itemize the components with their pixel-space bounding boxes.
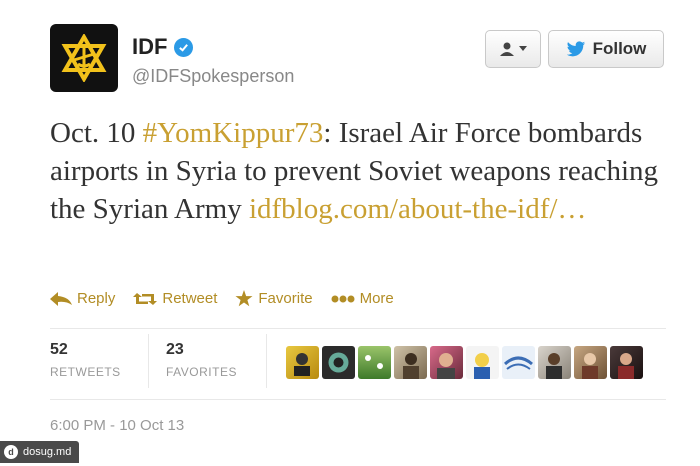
favoriter-avatar[interactable] [466,346,499,379]
favoriter-avatar[interactable] [394,346,427,379]
user-icon [500,42,514,56]
reply-icon [50,291,72,306]
tweet-prefix: Oct. 10 [50,117,143,149]
favoriter-avatar[interactable] [574,346,607,379]
favoriter-avatar[interactable] [286,346,319,379]
favoriter-avatar[interactable] [538,346,571,379]
more-action[interactable]: More [331,290,394,307]
favorite-action[interactable]: Favorite [235,290,313,307]
tweet-timestamp[interactable]: 6:00 PM - 10 Oct 13 [50,417,184,434]
profile-handle[interactable]: @IDFSpokesperson [132,66,294,87]
watermark-text: dosug.md [23,446,72,458]
tweet-text: Oct. 10 #YomKippur73: Israel Air Force b… [50,114,675,228]
user-actions-button[interactable] [485,30,541,68]
favorites-label: FAVORITES [166,365,237,379]
favoriter-avatars [286,346,643,379]
reply-action[interactable]: Reply [50,290,115,307]
follow-button[interactable]: Follow [548,30,664,68]
stat-separator [266,334,267,388]
idf-emblem-icon [61,34,107,82]
favorite-label: Favorite [258,290,313,307]
stat-separator [148,334,149,388]
hashtag-link[interactable]: #YomKippur73 [143,117,324,149]
tweet-actions: Reply Retweet Favorite More [50,290,412,307]
favorites-stat[interactable]: 23 FAVORITES [166,341,237,379]
verified-badge-icon [174,37,194,57]
divider-top [50,328,666,329]
profile-avatar[interactable] [50,24,118,92]
retweets-stat[interactable]: 52 RETWEETS [50,341,121,379]
retweet-icon [133,292,158,305]
retweets-count: 52 [50,341,68,358]
favoriter-avatar[interactable] [358,346,391,379]
follow-button-label: Follow [592,39,647,58]
retweets-label: RETWEETS [50,365,121,379]
tweet-url-link[interactable]: idfblog.com/about-the-idf/… [249,193,586,225]
profile-name-row[interactable]: IDF [132,34,194,60]
more-dots-icon [331,295,355,302]
profile-name[interactable]: IDF [132,34,167,60]
favoriter-avatar[interactable] [322,346,355,379]
twitter-bird-icon [566,40,585,56]
favoriter-avatar[interactable] [502,346,535,379]
favoriter-avatar[interactable] [430,346,463,379]
star-icon [235,290,253,307]
divider-bottom [50,399,666,400]
chevron-down-icon [519,46,527,51]
watermark: d dosug.md [0,441,80,463]
reply-label: Reply [77,290,116,307]
favorites-count: 23 [166,341,184,358]
retweet-action[interactable]: Retweet [133,290,217,307]
retweet-label: Retweet [162,290,218,307]
more-label: More [359,290,394,307]
watermark-logo-icon: d [4,445,18,459]
favoriter-avatar[interactable] [610,346,643,379]
